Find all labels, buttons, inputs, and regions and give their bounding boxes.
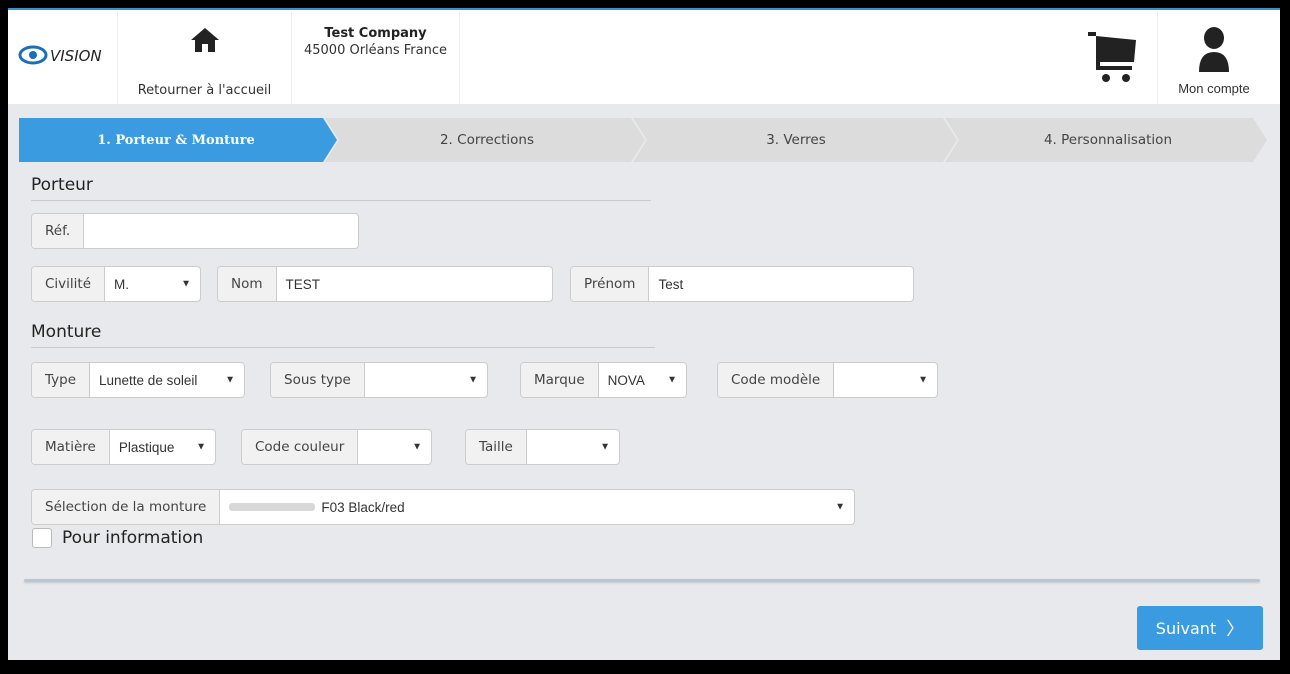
home-label: Retourner à l'accueil [137,83,272,98]
step-1[interactable]: 1. Porteur & Monture [19,118,333,162]
selection-monture-select[interactable]: Sélection de la monture F03 Black/red ▼ [31,489,855,525]
next-button[interactable]: Suivant 〉 [1137,606,1263,650]
civilite-select[interactable]: Civilité M. ▼ [31,266,201,302]
nom-field[interactable]: Nom TEST [217,266,553,302]
chevron-down-icon: ▼ [835,501,845,513]
company-name: Test Company [324,26,427,41]
marque-select[interactable]: Marque NOVA ▼ [520,362,687,398]
selection-monture-label: Sélection de la monture [32,490,221,524]
ref-label: Réf. [32,214,85,248]
app-frame: VISION Retourner à l'accueil Test Compan… [8,8,1280,660]
chevron-down-icon: ▼ [600,441,610,453]
company-address: 45000 Orléans France [303,43,447,58]
type-select[interactable]: Type Lunette de soleil ▼ [31,362,245,398]
matiere-label: Matière [32,430,110,464]
chevron-down-icon: ▼ [918,374,928,386]
code-couleur-select[interactable]: Code couleur ▼ [241,429,432,465]
type-label: Type [32,363,91,397]
nom-input[interactable]: TEST [277,267,552,301]
chevron-down-icon: ▼ [412,441,422,453]
code-modele-label: Code modèle [718,363,835,397]
chevron-down-icon: ▼ [667,374,677,386]
cart-icon [1088,32,1136,82]
redacted-text [229,503,316,511]
chevron-down-icon: ▼ [181,278,191,290]
step-4[interactable]: 4. Personnalisation [953,118,1263,162]
step-3[interactable]: 3. Verres [643,118,949,162]
taille-label: Taille [466,430,527,464]
porteur-title: Porteur [31,175,93,195]
code-couleur-label: Code couleur [242,430,359,464]
nom-label: Nom [218,267,277,301]
step-progress: 1. Porteur & Monture 2. Corrections 3. V… [19,118,1267,162]
matiere-select[interactable]: Matière Plastique ▼ [31,429,216,465]
type-value: Lunette de soleil [99,372,198,388]
marque-label: Marque [521,363,599,397]
matiere-value: Plastique [118,439,175,455]
sous-type-label: Sous type [271,363,365,397]
pour-information-label: Pour information [62,528,204,548]
taille-select[interactable]: Taille ▼ [465,429,620,465]
civilite-value: M. [114,276,130,292]
prenom-label: Prénom [571,267,650,301]
account-label: Mon compte [1178,81,1250,96]
monture-title: Monture [31,322,102,342]
user-icon [1199,27,1229,72]
account-button[interactable]: Mon compte [1159,12,1269,104]
chevron-right-icon: 〉 [1226,619,1245,640]
ref-input[interactable] [84,214,358,248]
marque-value: NOVA [607,372,645,388]
porteur-rule [31,200,651,201]
section-divider [24,579,1260,582]
chevron-down-icon: ▼ [196,441,206,453]
top-bar: VISION Retourner à l'accueil Test Compan… [8,8,1280,104]
logo-text: VISION [50,47,102,65]
civilite-label: Civilité [32,267,106,301]
chevron-down-icon: ▼ [468,374,478,386]
step-2[interactable]: 2. Corrections [335,118,639,162]
sous-type-select[interactable]: Sous type ▼ [270,362,488,398]
code-modele-select[interactable]: Code modèle ▼ [717,362,938,398]
brand-logo[interactable]: VISION [8,12,118,104]
selection-monture-value: F03 Black/red [321,499,405,515]
monture-rule [31,347,655,348]
home-button[interactable]: Retourner à l'accueil [118,12,292,104]
pour-information-checkbox[interactable] [32,528,52,548]
ref-field[interactable]: Réf. [31,213,359,249]
company-info: Test Company 45000 Orléans France [292,12,460,104]
prenom-field[interactable]: Prénom Test [570,266,914,302]
home-icon [191,28,219,52]
chevron-down-icon: ▼ [225,374,235,386]
next-label: Suivant [1155,618,1217,638]
prenom-input[interactable]: Test [649,267,913,301]
cart-button[interactable] [1074,12,1158,104]
